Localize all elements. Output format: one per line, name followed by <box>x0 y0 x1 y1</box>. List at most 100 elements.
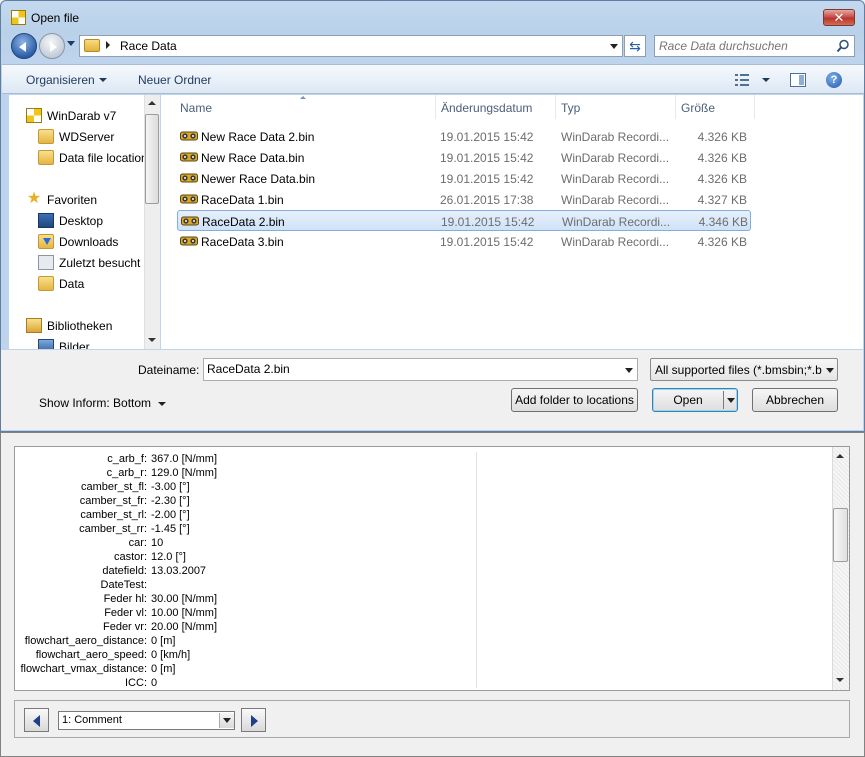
file-type-filter[interactable]: All supported files (*.bmsbin;*.b <box>650 358 838 381</box>
scroll-down-icon[interactable] <box>148 338 156 342</box>
file-row[interactable]: New Race Data.bin 19.01.2015 15:42 WinDara… <box>177 147 751 168</box>
file-row[interactable]: RaceData 1.bin 26.01.2015 17:38 WinDarab R… <box>177 189 751 210</box>
chevron-down-icon[interactable] <box>99 78 107 82</box>
open-split-button[interactable]: Open <box>652 388 738 412</box>
property-value: 10.00 [N/mm] <box>151 607 218 619</box>
property-key: datefield: <box>102 565 147 577</box>
preview-pane-button[interactable] <box>790 73 806 87</box>
folder-icon <box>84 39 100 52</box>
cancel-button[interactable]: Abbrechen <box>752 388 838 412</box>
breadcrumb-chevron-icon[interactable] <box>106 41 110 49</box>
windarab-file-icon <box>181 216 199 226</box>
file-row[interactable]: RaceData 2.bin 19.01.2015 15:42 WinDarab R… <box>177 210 751 231</box>
chevron-down-icon[interactable] <box>762 78 770 82</box>
recent-places-icon <box>38 255 54 270</box>
property-key: camber_st_fl: <box>80 481 147 493</box>
property-key: camber_st_rl: <box>80 509 147 521</box>
scroll-up-button[interactable] <box>833 449 848 464</box>
chevron-down-icon[interactable] <box>727 398 735 403</box>
file-size: 4.326 KB <box>697 235 747 249</box>
nav-scrollbar-thumb[interactable] <box>145 114 159 204</box>
file-date: 19.01.2015 15:42 <box>440 172 534 186</box>
breadcrumb-current[interactable]: Race Data <box>120 39 177 53</box>
property-row: DateTest: <box>15 578 475 592</box>
back-button[interactable] <box>11 33 37 59</box>
column-header-type[interactable]: Typ <box>561 101 580 115</box>
property-key: flowchart_aero_speed: <box>35 649 147 661</box>
property-value: 13.03.2007 <box>151 565 207 577</box>
property-key: Feder vr: <box>102 621 147 633</box>
property-key: ICC: <box>125 677 147 689</box>
arrow-right-icon <box>50 42 57 52</box>
filename-combobox[interactable] <box>203 358 638 381</box>
property-value: 129.0 [N/mm] <box>151 467 218 479</box>
file-size: 4.326 KB <box>697 130 747 144</box>
chevron-down-icon[interactable] <box>826 368 834 373</box>
star-icon: ★ <box>26 190 42 207</box>
windarab-file-icon <box>180 152 198 162</box>
scroll-up-icon[interactable] <box>148 101 156 105</box>
chevron-down-icon[interactable] <box>625 368 633 373</box>
info-scrollbar[interactable] <box>832 447 849 690</box>
property-row: c_arb_f: 367.0 [N/mm] <box>15 452 475 466</box>
file-row[interactable]: RaceData 3.bin 19.01.2015 15:42 WinDarab R… <box>177 231 751 252</box>
search-icon[interactable] <box>836 39 850 53</box>
property-value: 0 <box>151 677 158 689</box>
refresh-icon: ⇆ <box>629 38 641 54</box>
file-row[interactable]: Newer Race Data.bin 19.01.2015 15:42 WinDa… <box>177 168 751 189</box>
column-divider[interactable] <box>754 95 755 119</box>
file-type: WinDarab Recordi... <box>561 172 670 186</box>
desktop-icon <box>38 213 54 228</box>
title-bar[interactable]: Open file ✕ <box>1 1 865 31</box>
comment-select[interactable]: 1: Comment <box>58 711 235 730</box>
close-button[interactable]: ✕ <box>823 9 855 26</box>
filename-input[interactable] <box>207 362 607 376</box>
column-header-size[interactable]: Größe <box>681 101 715 115</box>
previous-button[interactable] <box>24 708 49 732</box>
column-divider[interactable] <box>555 95 556 119</box>
column-header-name[interactable]: Name <box>180 101 212 115</box>
file-name: RaceData 3.bin <box>201 235 284 249</box>
property-value: 0 [m] <box>151 663 176 675</box>
property-key: Feder hl: <box>103 593 147 605</box>
arrow-right-icon <box>251 715 258 727</box>
column-header-date[interactable]: Änderungsdatum <box>441 101 532 115</box>
chevron-down-icon[interactable] <box>158 402 166 406</box>
navigation-pane: WinDarab v7 WDServer Data file location … <box>9 95 160 349</box>
property-value: 0 [m] <box>151 635 176 647</box>
info-scrollbar-thumb[interactable] <box>833 508 848 562</box>
property-key: Feder vl: <box>104 607 147 619</box>
arrow-left-icon <box>19 42 26 52</box>
property-row: flowchart_aero_speed: 0 [km/h] <box>15 648 475 662</box>
search-input[interactable] <box>659 38 829 54</box>
show-inform-menu[interactable]: Show Inform: Bottom <box>39 396 151 410</box>
open-button[interactable]: Open <box>653 389 723 411</box>
view-options-icon[interactable] <box>735 74 749 86</box>
file-type: WinDarab Recordi... <box>562 215 671 229</box>
organise-button[interactable]: Organisieren <box>26 73 95 87</box>
property-row: Feder vr: 20.00 [N/mm] <box>15 620 475 634</box>
forward-button[interactable] <box>39 33 65 59</box>
windarab-file-icon <box>180 131 198 141</box>
chevron-down-icon[interactable] <box>219 713 234 728</box>
nav-item-label: Bibliotheken <box>47 319 113 333</box>
column-divider[interactable] <box>435 95 436 119</box>
next-button[interactable] <box>241 708 266 732</box>
add-folder-button[interactable]: Add folder to locations <box>511 388 638 412</box>
file-date: 26.01.2015 17:38 <box>440 193 534 207</box>
file-properties-box: c_arb_f: 367.0 [N/mm] c_arb_r: 129.0 [N/mm]… <box>14 446 850 691</box>
property-value: -3.00 [°] <box>151 481 190 493</box>
property-key: camber_st_fr: <box>79 495 147 507</box>
column-divider[interactable] <box>675 95 676 119</box>
property-key: camber_st_rr: <box>79 523 147 535</box>
new-folder-button[interactable]: Neuer Ordner <box>138 73 211 87</box>
address-dropdown-icon[interactable] <box>610 44 618 49</box>
file-name: New Race Data.bin <box>201 151 305 165</box>
scroll-down-button[interactable] <box>833 673 848 688</box>
history-dropdown-icon[interactable] <box>67 41 75 46</box>
address-bar[interactable]: Race Data <box>79 35 623 57</box>
help-button[interactable]: ? <box>826 72 842 88</box>
file-row[interactable]: New Race Data 2.bin 19.01.2015 15:42 WinDa… <box>177 126 751 147</box>
search-box[interactable] <box>654 35 855 57</box>
refresh-button[interactable]: ⇆ <box>624 35 646 57</box>
